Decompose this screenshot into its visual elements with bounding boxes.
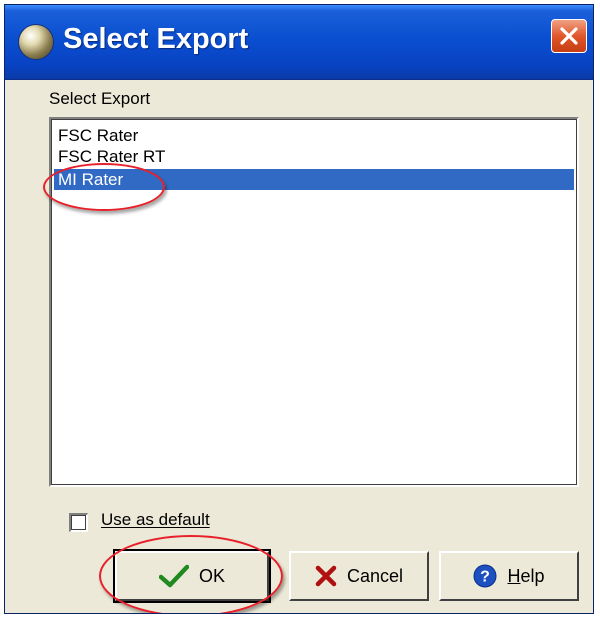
help-label: Help: [507, 565, 545, 586]
help-question-icon: ?: [473, 564, 497, 588]
list-label: Select Export: [49, 89, 151, 108]
title-bar[interactable]: Select Export: [5, 5, 593, 80]
close-icon: [560, 27, 578, 45]
highlight-oval-ok: [99, 535, 283, 613]
dialog-title: Select Export: [63, 23, 249, 55]
use-as-default-label[interactable]: Use as default: [101, 510, 210, 530]
select-export-dialog: Select Export Select Export FSC Rater FS…: [4, 4, 594, 614]
svg-text:?: ?: [481, 569, 491, 586]
close-button[interactable]: [551, 19, 587, 53]
cancel-label: Cancel: [346, 565, 404, 586]
use-as-default-checkbox[interactable]: [69, 513, 88, 532]
list-item-fsc-rater[interactable]: FSC Rater: [54, 125, 574, 146]
list-item-fsc-rater-rt[interactable]: FSC Rater RT: [54, 146, 574, 167]
cancel-x-icon: [315, 565, 337, 587]
app-icon: [19, 25, 53, 59]
help-button[interactable]: ? Help: [439, 551, 579, 601]
highlight-oval-mi-rater: [43, 163, 165, 211]
cancel-button[interactable]: Cancel: [289, 551, 429, 601]
